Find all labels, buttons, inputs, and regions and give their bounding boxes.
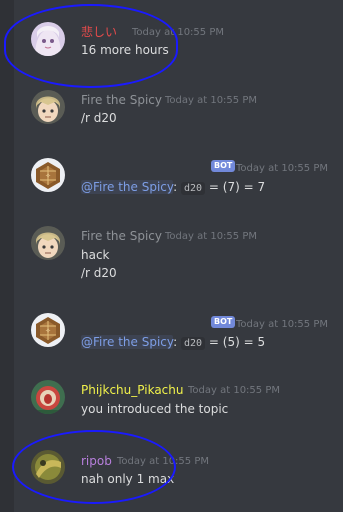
user-avatar[interactable] xyxy=(31,226,65,260)
bot-avatar[interactable]: ✧ xyxy=(31,158,65,192)
author-name[interactable]: Phijkchu_Pikachu xyxy=(81,383,183,398)
dice-roll-line: @Fire the Spicy: d20 = (7) = 7 xyxy=(81,179,265,197)
bot-tag: BOT xyxy=(211,316,236,328)
message-timestamp: Today at 10:55 PM xyxy=(236,163,328,174)
svg-text:✧: ✧ xyxy=(45,172,51,180)
svg-text:✧: ✧ xyxy=(45,327,51,335)
message-text: you introduced the topic xyxy=(81,402,229,416)
dice-code: d20 xyxy=(181,182,206,195)
message-timestamp: Today at 10:55 PM xyxy=(165,95,257,106)
mention-separator: : xyxy=(173,180,178,194)
author-name[interactable]: Fire the Spicy xyxy=(81,229,162,244)
bot-tag: BOT xyxy=(211,160,236,172)
message-text: /r d20 xyxy=(81,111,117,125)
user-avatar[interactable] xyxy=(31,450,65,484)
message-timestamp: Today at 10:55 PM xyxy=(236,319,328,330)
message-timestamp: Today at 10:55 PM xyxy=(117,456,209,467)
message-text: 16 more hours xyxy=(81,43,169,57)
message-timestamp: Today at 10:55 PM xyxy=(132,27,224,38)
user-mention[interactable]: @Fire the Spicy xyxy=(81,335,174,349)
user-avatar[interactable] xyxy=(31,90,65,124)
mention-separator: : xyxy=(173,335,178,349)
dice-code: d20 xyxy=(181,337,206,350)
message-timestamp: Today at 10:55 PM xyxy=(165,231,257,242)
user-avatar[interactable] xyxy=(31,22,65,56)
message-text: /r d20 xyxy=(81,266,117,280)
channel-left-gutter xyxy=(0,0,14,512)
dice-roll-line: @Fire the Spicy: d20 = (5) = 5 xyxy=(81,334,265,352)
user-avatar[interactable] xyxy=(31,380,65,414)
bot-avatar[interactable]: ✧ xyxy=(31,313,65,347)
roll-result: = (5) = 5 xyxy=(208,335,266,349)
message-timestamp: Today at 10:55 PM xyxy=(188,385,280,396)
author-name[interactable]: Fire the Spicy xyxy=(81,93,162,108)
author-name[interactable]: ripob xyxy=(81,454,112,469)
author-name[interactable]: 悲しい xyxy=(81,25,117,40)
roll-result: = (7) = 7 xyxy=(208,180,266,194)
chat-message: ripob Today at 10:55 PM nah only 1 max xyxy=(0,0,343,486)
message-text: nah only 1 max xyxy=(81,472,175,486)
message-text: hack xyxy=(81,248,110,262)
user-mention[interactable]: @Fire the Spicy xyxy=(81,180,174,194)
